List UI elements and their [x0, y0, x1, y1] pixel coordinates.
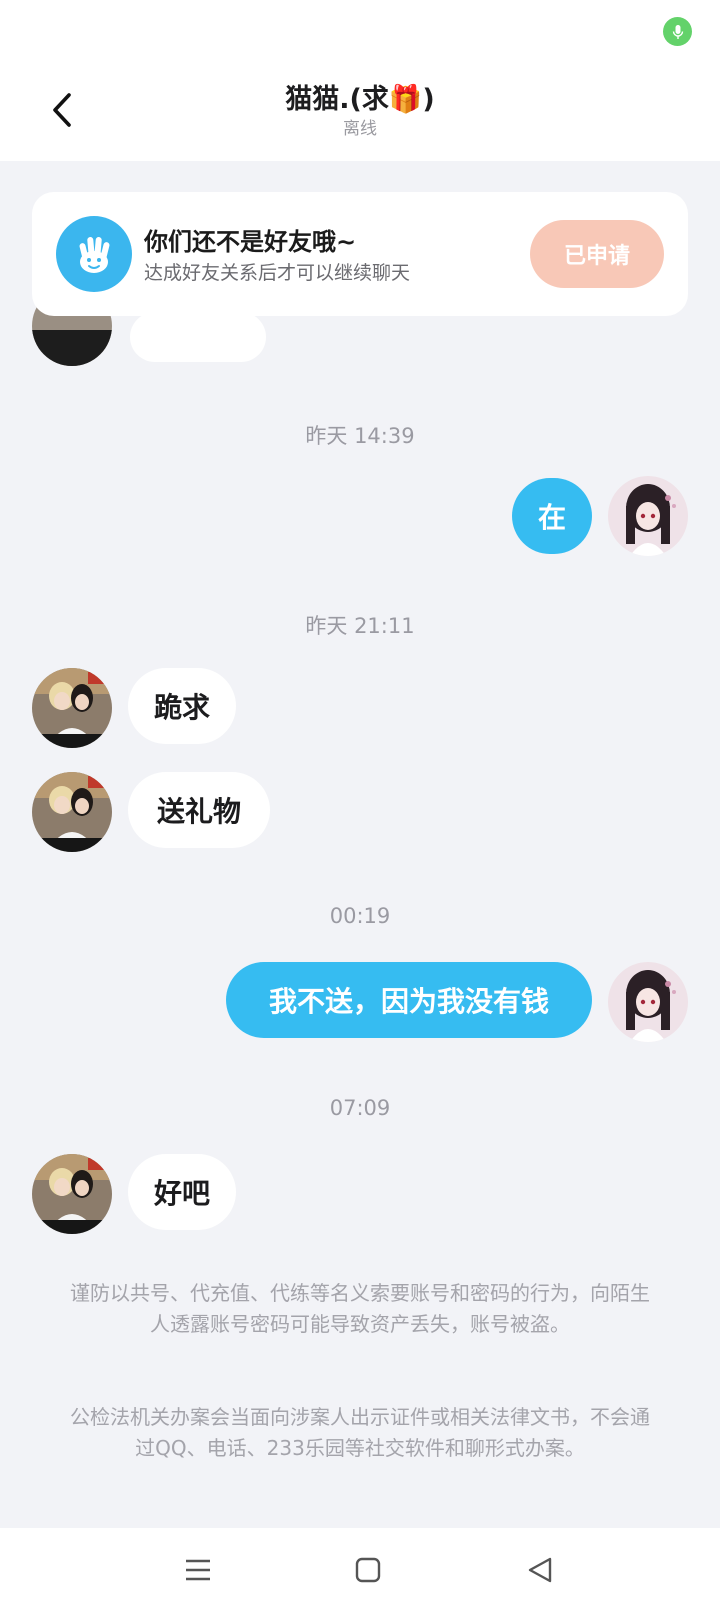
safety-notice-police: 公检法机关办案会当面向涉案人出示证件或相关法律文书，不会通过QQ、电话、233乐…: [70, 1405, 650, 1460]
incoming-message-bubble[interactable]: 送礼物: [128, 772, 270, 848]
back-nav-button[interactable]: [518, 1550, 562, 1590]
back-triangle-icon: [528, 1557, 552, 1583]
applied-button[interactable]: 已申请: [530, 220, 664, 288]
contact-avatar[interactable]: [32, 668, 112, 748]
my-avatar[interactable]: [608, 476, 688, 556]
home-icon: [355, 1557, 381, 1583]
back-button[interactable]: [38, 86, 86, 134]
message-timestamp: 昨天 14:39: [305, 424, 415, 448]
message-timestamp: 00:19: [329, 904, 391, 928]
online-status: 离线: [343, 119, 377, 139]
friend-status-card: 你们还不是好友哦~ 达成好友关系后才可以继续聊天 已申请: [32, 192, 688, 316]
menu-icon: [186, 1559, 210, 1581]
hand-wave-icon: [56, 216, 132, 292]
contact-avatar[interactable]: [32, 772, 112, 852]
incoming-message-bubble[interactable]: 跪求: [128, 668, 236, 744]
mic-icon: [663, 17, 692, 46]
incoming-message-bubble[interactable]: 好吧: [128, 1154, 236, 1230]
outgoing-message-bubble[interactable]: 我不送，因为我没有钱: [226, 962, 592, 1038]
contact-avatar[interactable]: [32, 1154, 112, 1234]
message-timestamp: 昨天 21:11: [305, 614, 415, 638]
outgoing-message-bubble[interactable]: 在: [512, 478, 592, 554]
back-arrow-icon: [53, 93, 71, 127]
message-timestamp: 07:09: [329, 1096, 391, 1120]
contact-name[interactable]: 猫猫.(求🎁): [160, 82, 560, 118]
card-subtitle: 达成好友关系后才可以继续聊天: [144, 262, 411, 284]
menu-button[interactable]: [176, 1550, 220, 1590]
message-bubble[interactable]: [130, 312, 266, 362]
safety-notice-account: 谨防以共号、代充值、代练等名义索要账号和密码的行为，向陌生人透露账号密码可能导致…: [70, 1281, 650, 1336]
status-bar: [0, 0, 720, 64]
home-button[interactable]: [346, 1550, 390, 1590]
my-avatar[interactable]: [608, 962, 688, 1042]
system-navigation-bar: [0, 1528, 720, 1612]
chat-header: 猫猫.(求🎁) 离线: [0, 64, 720, 161]
card-title: 你们还不是好友哦~: [144, 228, 357, 256]
